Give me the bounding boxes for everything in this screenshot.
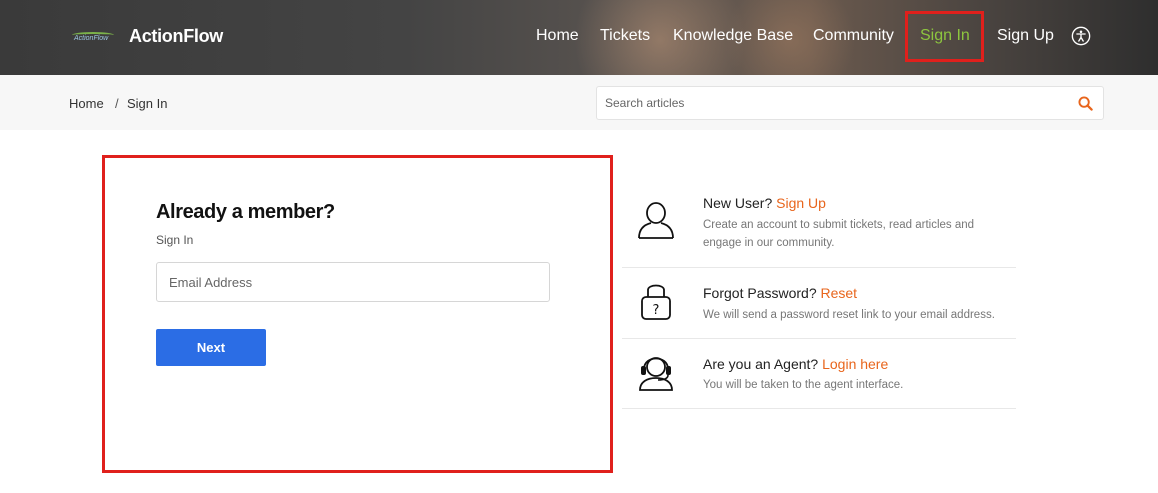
sign-in-highlight-box	[905, 11, 984, 62]
next-button[interactable]: Next	[156, 329, 266, 366]
search-icon[interactable]	[1078, 96, 1093, 111]
breadcrumb-separator: /	[115, 96, 119, 111]
nav-tickets[interactable]: Tickets	[600, 27, 650, 45]
breadcrumb-bar: Home / Sign In	[0, 75, 1158, 130]
site-header: ActionFlow ActionFlow Home Tickets Knowl…	[0, 0, 1158, 75]
sign-in-card: Already a member? Sign In Next	[102, 155, 613, 473]
forgot-password-description: We will send a password reset link to yo…	[703, 309, 995, 321]
new-user-title: New User? Sign Up	[703, 195, 826, 211]
logo-text: ActionFlow	[74, 35, 109, 42]
breadcrumb-current: Sign In	[127, 96, 168, 111]
headset-icon	[639, 357, 673, 391]
forgot-password-title: Forgot Password? Reset	[703, 285, 857, 301]
sign-in-heading: Already a member?	[156, 201, 335, 223]
accessibility-icon[interactable]	[1071, 26, 1091, 46]
nav-knowledge-base[interactable]: Knowledge Base	[673, 27, 793, 45]
new-user-option: New User? Sign Up Create an account to s…	[622, 190, 1016, 268]
sign-in-subheading: Sign In	[156, 233, 194, 247]
agent-option: Are you an Agent? Login here You will be…	[622, 339, 1016, 409]
nav-community[interactable]: Community	[813, 27, 894, 45]
logo-icon[interactable]: ActionFlow	[72, 32, 114, 44]
new-user-prefix: New User?	[703, 195, 773, 211]
agent-title: Are you an Agent? Login here	[703, 356, 888, 372]
nav-home[interactable]: Home	[536, 27, 579, 45]
email-field[interactable]	[157, 263, 549, 301]
breadcrumb-home[interactable]: Home	[69, 96, 104, 111]
forgot-password-prefix: Forgot Password?	[703, 285, 817, 301]
nav-sign-up[interactable]: Sign Up	[997, 27, 1054, 45]
brand-name[interactable]: ActionFlow	[129, 26, 223, 47]
forgot-password-option: ? Forgot Password? Reset We will send a …	[622, 268, 1016, 339]
new-user-description: Create an account to submit tickets, rea…	[703, 219, 975, 249]
svg-text:?: ?	[653, 303, 660, 318]
reset-link[interactable]: Reset	[821, 285, 858, 301]
login-here-link[interactable]: Login here	[822, 356, 888, 372]
agent-prefix: Are you an Agent?	[703, 356, 819, 372]
search-box	[596, 86, 1104, 120]
agent-description: You will be taken to the agent interface…	[703, 379, 904, 391]
search-input[interactable]	[605, 87, 1075, 119]
lock-icon: ?	[641, 284, 671, 320]
sign-up-link[interactable]: Sign Up	[776, 195, 826, 211]
email-field-wrapper	[156, 262, 550, 302]
user-icon	[638, 202, 674, 239]
